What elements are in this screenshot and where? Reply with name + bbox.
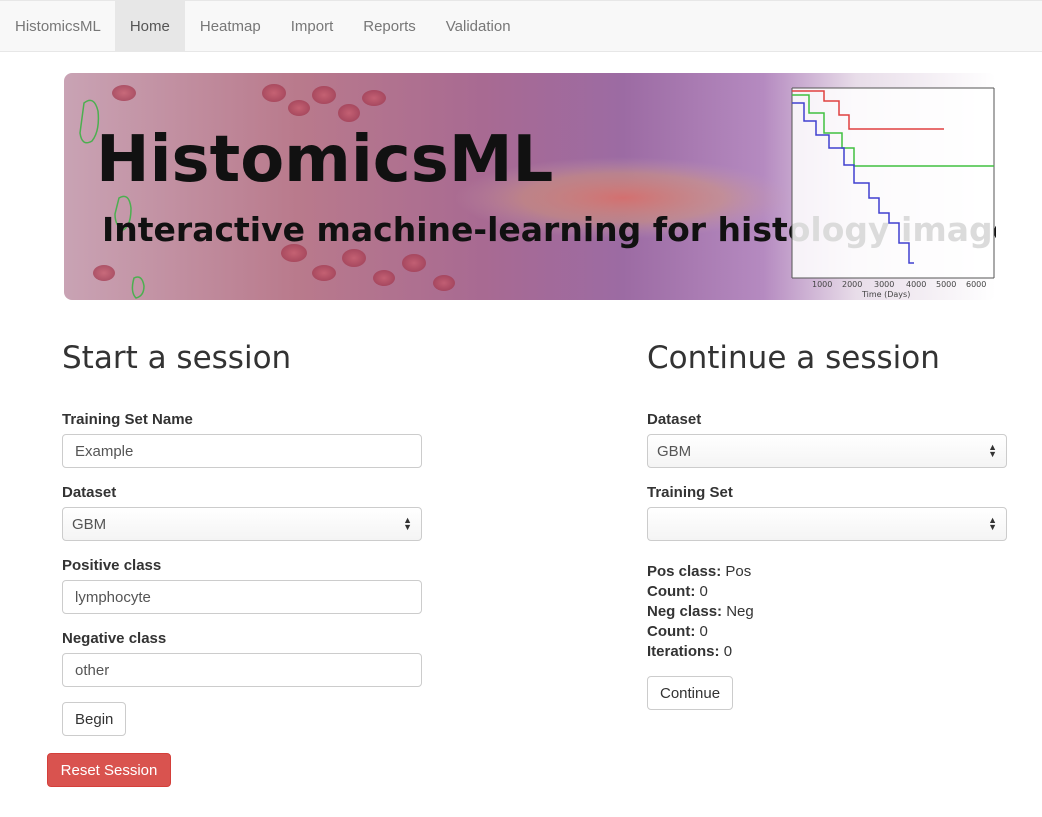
continue-dataset-select[interactable]: GBM ▲ ▼ — [647, 434, 1007, 468]
dataset-label: Dataset — [62, 484, 117, 501]
nav-tab-home[interactable]: Home — [114, 1, 185, 51]
iterations-value: 0 — [723, 643, 733, 660]
reset-session-button[interactable]: Reset Session — [47, 753, 171, 787]
begin-button[interactable]: Begin — [62, 702, 127, 736]
plot-tick-3000: 3000 — [874, 280, 894, 289]
select-arrows-icon: ▲ ▼ — [988, 442, 997, 459]
plot-tick-1000: 1000 — [812, 280, 832, 289]
plot-tick-4000: 4000 — [906, 280, 926, 289]
survival-plot: 1000 2000 3000 4000 5000 6000 Time (Days… — [791, 87, 995, 299]
continue-training-set-label: Training Set — [647, 484, 733, 501]
nav-tab-validation[interactable]: Validation — [431, 1, 526, 51]
pos-class-line: Pos class: Pos — [647, 562, 1007, 582]
continue-session-heading: Continue a session — [647, 340, 940, 376]
neg-count-value: 0 — [699, 623, 708, 640]
pos-class-label: Pos class: — [647, 563, 722, 580]
session-stats: Pos class: Pos Count: 0 Neg class: Neg C… — [647, 562, 1007, 662]
dataset-select[interactable]: GBM ▲ ▼ — [62, 507, 422, 541]
select-arrows-icon: ▲ ▼ — [403, 515, 412, 532]
continue-training-set-select[interactable]: ▲ ▼ — [647, 507, 1007, 541]
negative-class-input[interactable]: other — [62, 653, 422, 687]
pos-count-line: Count: 0 — [647, 582, 1007, 602]
continue-button[interactable]: Continue — [647, 676, 734, 710]
continue-dataset-select-value: GBM — [657, 442, 692, 460]
continue-dataset-label: Dataset — [647, 411, 702, 428]
navbar-brand[interactable]: HistomicsML — [0, 1, 115, 51]
plot-xlabel: Time (Days) — [861, 290, 910, 299]
iterations-label: Iterations: — [647, 643, 720, 660]
hero-banner: HistomicsML Interactive machine-learning… — [64, 73, 996, 300]
dataset-select-value: GBM — [72, 515, 107, 533]
pos-count-value: 0 — [699, 583, 708, 600]
iterations-line: Iterations: 0 — [647, 642, 1007, 662]
training-set-name-input[interactable]: Example — [62, 434, 422, 468]
neg-count-label: Count: — [647, 623, 696, 640]
banner-image: HistomicsML Interactive machine-learning… — [64, 73, 996, 300]
nav-tab-import[interactable]: Import — [276, 1, 349, 51]
banner-title: HistomicsML — [96, 123, 553, 197]
neg-class-label: Neg class: — [647, 603, 723, 620]
continue-session-panel: Continue a session Dataset GBM ▲ ▼ Traini… — [647, 330, 1007, 710]
plot-tick-6000: 6000 — [966, 280, 986, 289]
neg-class-value: Neg — [726, 603, 754, 620]
positive-class-input[interactable]: lymphocyte — [62, 580, 422, 614]
positive-class-label: Positive class — [62, 557, 162, 574]
pos-count-label: Count: — [647, 583, 696, 600]
start-session-panel: Start a session Training Set Name Exampl… — [62, 330, 422, 736]
nav-tab-reports[interactable]: Reports — [348, 1, 431, 51]
select-arrows-icon: ▲ ▼ — [988, 515, 997, 532]
neg-count-line: Count: 0 — [647, 622, 1007, 642]
pos-class-value: Pos — [725, 563, 752, 580]
nav-tab-heatmap[interactable]: Heatmap — [185, 1, 276, 51]
negative-class-label: Negative class — [62, 630, 167, 647]
neg-class-line: Neg class: Neg — [647, 602, 1007, 622]
plot-tick-5000: 5000 — [936, 280, 956, 289]
plot-tick-2000: 2000 — [842, 280, 862, 289]
training-set-name-label: Training Set Name — [62, 411, 193, 428]
top-navbar: HistomicsML Home Heatmap Import Reports … — [0, 0, 1042, 52]
start-session-heading: Start a session — [62, 340, 292, 376]
